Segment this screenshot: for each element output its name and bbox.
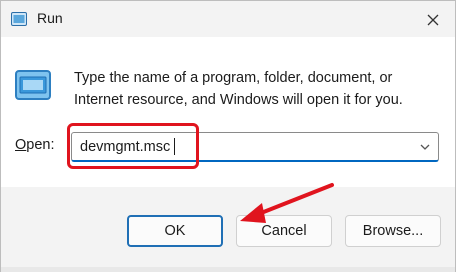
browse-button[interactable]: Browse... [345, 215, 441, 247]
dialog-content: Type the name of a program, folder, docu… [1, 37, 455, 187]
close-icon [427, 14, 439, 26]
dialog-description: Type the name of a program, folder, docu… [74, 70, 403, 108]
bottom-strip [1, 267, 455, 272]
window-title: Run [37, 10, 63, 26]
open-label: Open: [15, 137, 55, 153]
open-label-accesskey: O [15, 137, 27, 153]
chevron-down-icon[interactable] [418, 140, 432, 154]
run-program-icon [15, 69, 51, 101]
annotation-highlight-box [67, 123, 199, 169]
run-dialog: Run Type the name of a program, folder, … [0, 0, 456, 272]
ok-button[interactable]: OK [127, 215, 223, 247]
close-button[interactable] [421, 9, 445, 31]
title-bar: Run [1, 1, 455, 37]
run-app-icon [11, 12, 27, 26]
annotation-arrow [240, 183, 334, 223]
open-label-text: pen: [26, 137, 55, 153]
